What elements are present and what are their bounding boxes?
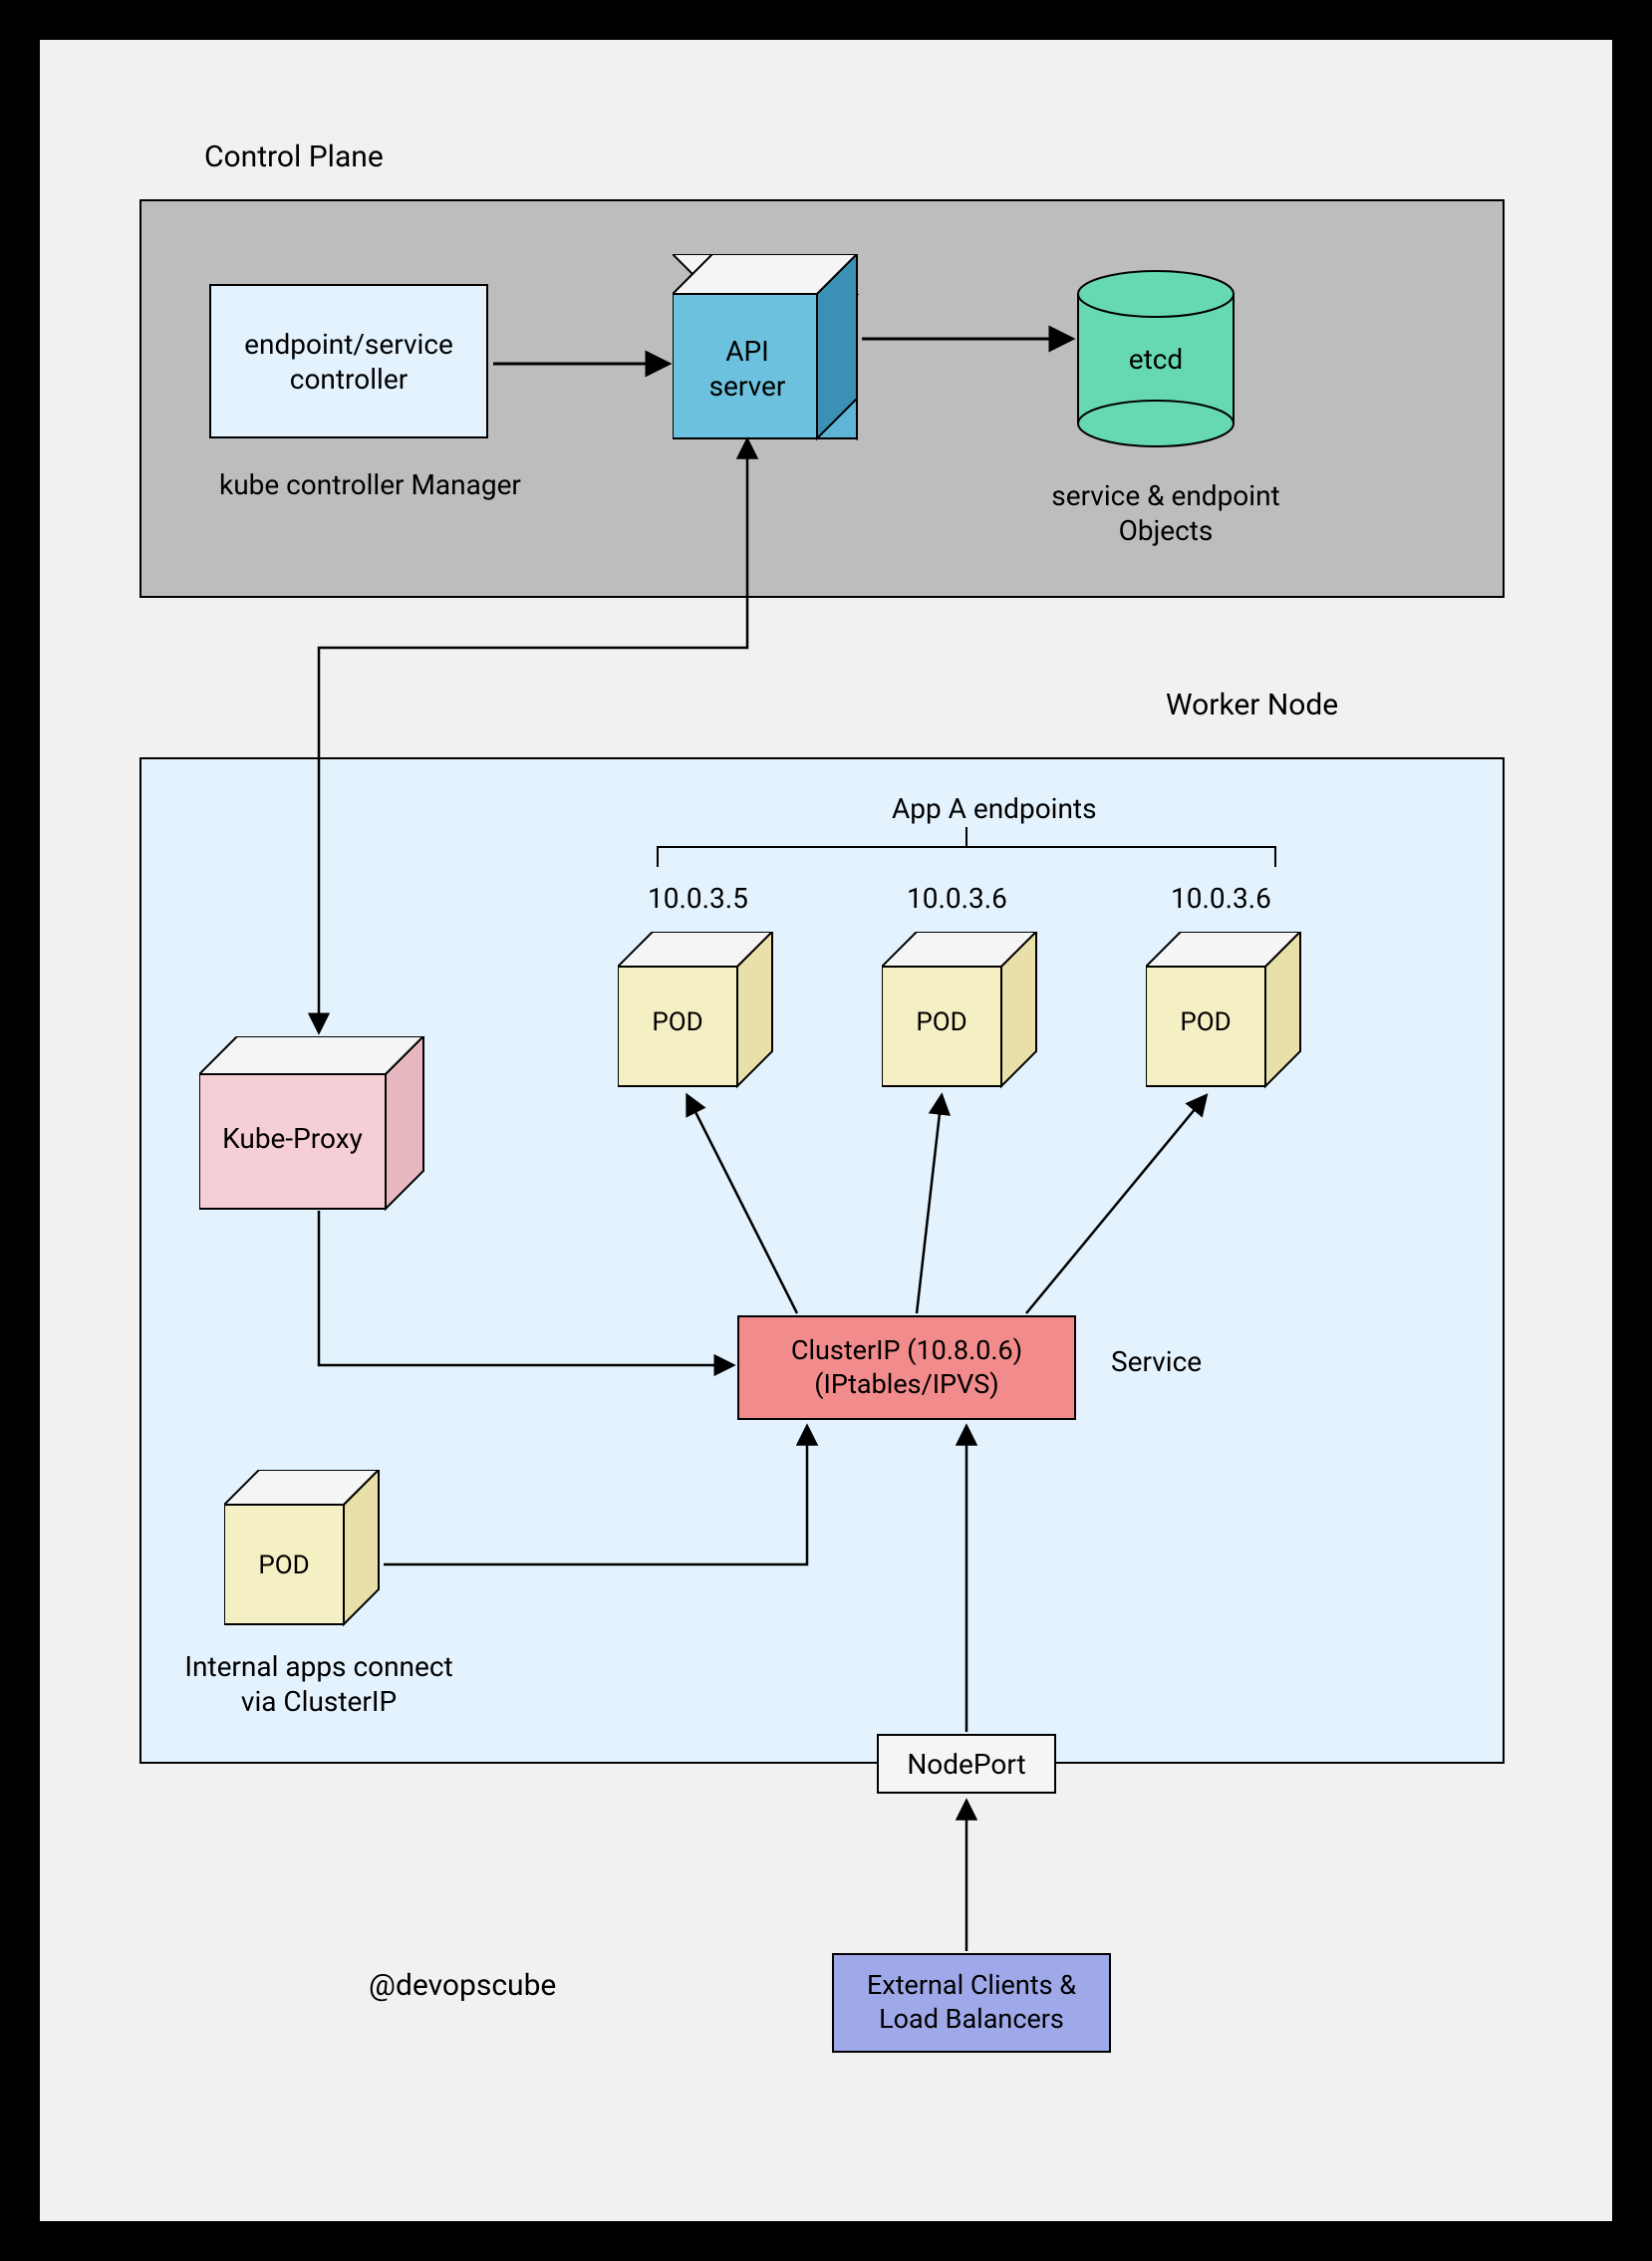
cluster-ip-box: ClusterIP (10.8.0.6) (IPtables/IPVS) bbox=[737, 1315, 1076, 1420]
app-a-endpoints-bracket-icon bbox=[608, 827, 1305, 887]
nodeport-box: NodePort bbox=[877, 1734, 1056, 1794]
endpoint-service-controller-box: endpoint/service controller bbox=[209, 284, 488, 438]
pod-ip-3-label: 10.0.3.6 bbox=[1171, 882, 1271, 915]
pod-3-label: POD bbox=[1146, 1006, 1265, 1039]
internal-apps-connect-label: Internal apps connect via ClusterIP bbox=[159, 1649, 478, 1719]
watermark-label: @devopscube bbox=[369, 1968, 556, 2003]
service-label: Service bbox=[1111, 1345, 1202, 1378]
kube-controller-manager-label: kube controller Manager bbox=[219, 468, 521, 501]
external-clients-box: External Clients & Load Balancers bbox=[832, 1953, 1111, 2053]
pod-internal-label: POD bbox=[224, 1550, 344, 1582]
pod-1-label: POD bbox=[618, 1006, 737, 1039]
control-plane-title: Control Plane bbox=[204, 140, 384, 174]
canvas: Control Plane endpoint/service controlle… bbox=[40, 40, 1612, 2221]
pod-ip-2-label: 10.0.3.6 bbox=[907, 882, 1007, 915]
app-a-endpoints-label: App A endpoints bbox=[892, 792, 1097, 825]
pod-2-label: POD bbox=[882, 1006, 1001, 1039]
service-endpoint-objects-label: service & endpoint Objects bbox=[1026, 478, 1305, 548]
api-server-label: API server bbox=[678, 329, 817, 409]
worker-node-title: Worker Node bbox=[1166, 688, 1338, 722]
etcd-label: etcd bbox=[1076, 339, 1236, 379]
page: Control Plane endpoint/service controlle… bbox=[0, 0, 1652, 2261]
pod-ip-1-label: 10.0.3.5 bbox=[648, 882, 748, 915]
kube-proxy-label: Kube-Proxy bbox=[199, 1121, 386, 1156]
